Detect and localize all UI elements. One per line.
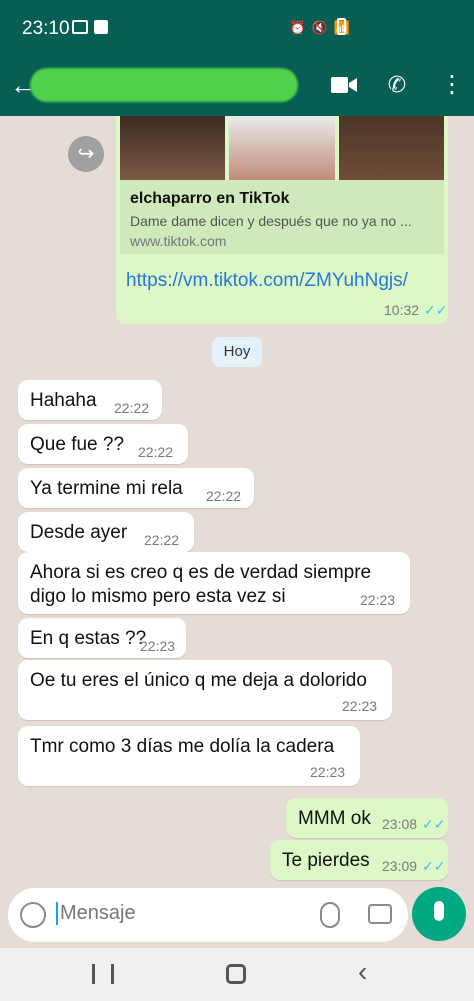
message-time: 22:23 (342, 698, 378, 714)
mute-icon: 🔇 (311, 20, 328, 35)
video-icon[interactable] (330, 73, 358, 97)
incoming-message[interactable]: Hahaha 22:22 (18, 380, 162, 420)
composer-bar: Mensaje (0, 884, 474, 948)
link-preview-bubble[interactable]: elchaparro en TikTok Dame dame dicen y d… (116, 116, 448, 324)
recent-apps-icon[interactable] (92, 964, 114, 984)
app-bar: ← ✆ ⋮ (0, 58, 474, 116)
message-text: Oe tu eres el único q me deja a dolorido (30, 670, 367, 691)
message-time: 22:22 (114, 400, 150, 416)
link-preview-image[interactable] (120, 116, 444, 180)
mic-button[interactable] (412, 887, 466, 941)
incoming-message[interactable]: Que fue ?? 22:22 (18, 424, 188, 464)
android-nav-bar: ‹ (0, 948, 474, 1001)
date-separator: Hoy (212, 337, 262, 367)
message-time: 22:22 (206, 488, 242, 504)
mic-icon (434, 901, 444, 921)
incoming-message[interactable]: Tmr como 3 días me dolía la cadera 22:23 (18, 726, 360, 786)
status-time: 23:10 (22, 18, 70, 39)
link-message-time: 10:32 (384, 302, 420, 318)
read-ticks: ✓✓ (422, 816, 446, 832)
message-text: Te pierdes (282, 850, 370, 871)
contact-name-redacted[interactable] (30, 68, 298, 102)
alarm-icon: ⏰ (289, 20, 306, 35)
thumbnail-1 (120, 116, 226, 180)
forward-icon[interactable]: ↪ (68, 136, 104, 172)
link-preview-domain: www.tiktok.com (130, 233, 227, 249)
paperclip-icon[interactable] (320, 902, 340, 928)
incoming-message[interactable]: En q estas ?? 22:23 (18, 618, 186, 658)
message-text: Tmr como 3 días me dolía la cadera (30, 736, 335, 757)
message-text: En q estas ?? (30, 628, 147, 649)
message-time: 22:23 (360, 592, 396, 608)
incoming-message[interactable]: Desde ayer 22:22 (18, 512, 194, 552)
message-time: 22:22 (144, 532, 180, 548)
message-time: 23:08 (382, 816, 418, 832)
thumbnail-3 (338, 116, 444, 180)
outgoing-message[interactable]: MMM ok 23:08 ✓✓ (286, 798, 448, 838)
incoming-message[interactable]: Oe tu eres el único q me deja a dolorido… (18, 660, 392, 720)
read-ticks: ✓✓ (422, 858, 446, 874)
message-time: 22:22 (138, 444, 174, 460)
message-time: 23:09 (382, 858, 418, 874)
battery-icon (337, 18, 346, 35)
status-left-icons (72, 20, 108, 34)
notification-icon (72, 20, 88, 34)
back-icon[interactable]: ‹ (358, 958, 367, 986)
status-bar: 23:10 ⏰ 🔇 📶 (0, 0, 474, 58)
message-text: Que fue ?? (30, 434, 125, 455)
message-text: Desde ayer (30, 522, 128, 543)
thumbnail-2 (229, 116, 335, 180)
message-time: 22:23 (310, 764, 346, 780)
incoming-message[interactable]: Ya termine mi rela 22:22 (18, 468, 254, 508)
link-preview-description: Dame dame dicen y después que no ya no .… (130, 213, 412, 229)
message-input[interactable]: Mensaje (8, 888, 408, 942)
message-input-text[interactable]: Mensaje (56, 902, 136, 925)
camera-icon[interactable] (368, 904, 392, 924)
link-preview-info[interactable]: elchaparro en TikTok Dame dame dicen y d… (120, 180, 444, 254)
chat-area[interactable]: ↪ elchaparro en TikTok Dame dame dicen y… (0, 116, 474, 884)
incoming-message[interactable]: Ahora si es creo q es de verdad siempre … (18, 552, 410, 614)
more-vert-icon[interactable]: ⋮ (440, 71, 464, 99)
message-text: MMM ok (298, 808, 371, 829)
message-text-line-1: Ahora si es creo q es de verdad siempre (30, 562, 372, 583)
link-url[interactable]: https://vm.tiktok.com/ZMYuhNgjs/ (126, 270, 408, 292)
shopping-bag-icon (94, 20, 108, 34)
emoji-icon[interactable] (20, 902, 46, 928)
outgoing-message[interactable]: Te pierdes 23:09 ✓✓ (270, 840, 448, 880)
home-icon[interactable] (226, 964, 246, 984)
phone-icon[interactable]: ✆ (384, 71, 410, 99)
message-time: 22:23 (140, 638, 176, 654)
message-text-line-2: digo lo mismo pero esta vez si (30, 586, 286, 607)
read-ticks: ✓✓ (424, 302, 448, 318)
link-preview-title: elchaparro en TikTok (130, 190, 290, 207)
message-text: Ya termine mi rela (30, 478, 183, 499)
message-text: Hahaha (30, 390, 97, 411)
